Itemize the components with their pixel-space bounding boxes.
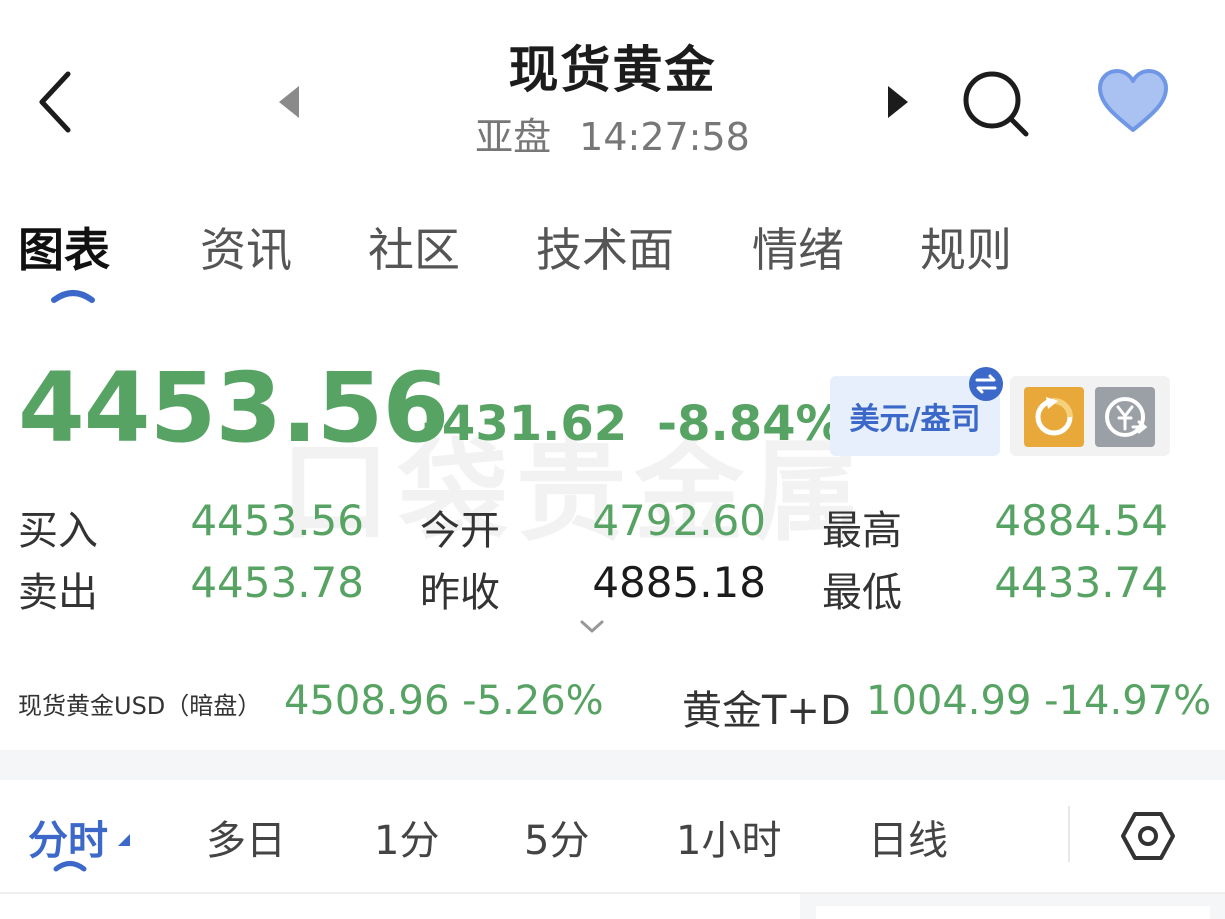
period-tab-daily[interactable]: 日线 <box>868 808 948 866</box>
related-dark-pool-value: 4508.96 <box>284 678 450 724</box>
chart-info-card-inner <box>816 906 1210 919</box>
period-tab-1min[interactable]: 1分 <box>374 808 439 866</box>
settings-hexagon-icon[interactable] <box>1120 808 1176 864</box>
session-label: 亚盘 <box>475 115 552 159</box>
period-separator <box>1068 806 1070 862</box>
tab-sentiment[interactable]: 情绪 <box>752 214 844 280</box>
price-change: -431.62 -8.84% <box>422 396 844 452</box>
tab-rules[interactable]: 规则 <box>920 214 1012 280</box>
open-value: 4792.60 <box>592 496 766 545</box>
tab-chart[interactable]: 图表 <box>18 214 110 280</box>
related-td-pct: -14.97% <box>1044 678 1212 724</box>
swap-icon[interactable] <box>968 366 1004 402</box>
related-td-value: 1004.99 <box>866 678 1032 724</box>
change-amount: -431.62 <box>422 396 628 452</box>
prev-close-label: 昨收 <box>420 570 500 616</box>
refresh-button[interactable] <box>1024 387 1084 447</box>
bid-label: 买入 <box>18 508 98 554</box>
related-dark-pool-pct: -5.26% <box>462 678 604 724</box>
change-percent: -8.84% <box>657 396 844 452</box>
ask-value: 4453.78 <box>190 558 364 607</box>
related-td-label[interactable]: 黄金T+D <box>682 678 851 736</box>
tab-technical[interactable]: 技术面 <box>536 214 674 280</box>
high-value: 4884.54 <box>994 496 1168 545</box>
section-divider <box>0 750 1225 780</box>
period-tab-5min[interactable]: 5分 <box>524 808 589 866</box>
tab-community[interactable]: 社区 <box>368 214 460 280</box>
currency-unit-label: 美元/盎司 <box>849 402 981 437</box>
related-dark-pool-label[interactable]: 现货黄金USD（暗盘） <box>18 686 261 721</box>
bid-value: 4453.56 <box>190 496 364 545</box>
active-period-indicator <box>53 861 87 872</box>
period-tab-multiday[interactable]: 多日 <box>206 808 286 866</box>
low-label: 最低 <box>822 570 902 616</box>
refresh-icon <box>1035 397 1073 436</box>
high-label: 最高 <box>822 508 902 554</box>
current-price: 4453.56 <box>18 352 449 464</box>
page-title: 现货黄金 <box>508 41 717 99</box>
session-status: 亚盘 14:27:58 <box>0 106 1225 161</box>
prev-close-value: 4885.18 <box>592 558 766 607</box>
ask-label: 卖出 <box>18 570 98 616</box>
caret-icon <box>118 834 130 846</box>
low-value: 4433.74 <box>994 558 1168 607</box>
related-dark-pool-quote[interactable]: 4508.96 -5.26% <box>284 678 604 724</box>
active-tab-indicator <box>51 290 95 303</box>
currency-convert-icon <box>1105 397 1148 437</box>
chevron-down-icon[interactable] <box>578 618 606 636</box>
open-label: 今开 <box>420 508 500 554</box>
tab-news[interactable]: 资讯 <box>200 214 292 280</box>
related-td-quote[interactable]: 1004.99 -14.97% <box>866 678 1211 724</box>
session-time: 14:27:58 <box>579 115 750 159</box>
period-tab-1hour[interactable]: 1小时 <box>676 808 781 866</box>
currency-convert-button[interactable] <box>1095 387 1155 447</box>
